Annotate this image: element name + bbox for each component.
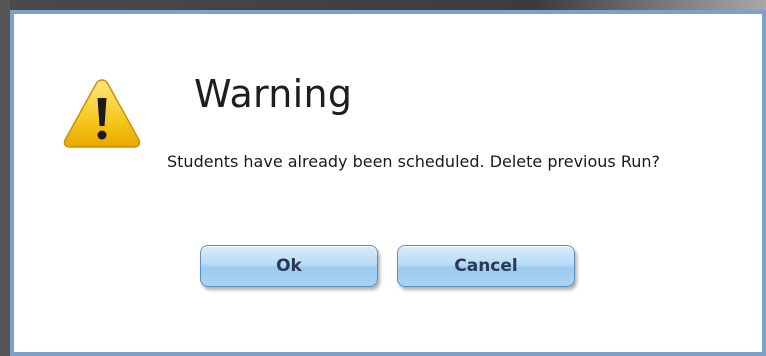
ok-button[interactable]: Ok bbox=[200, 245, 378, 287]
warning-icon bbox=[63, 79, 141, 148]
dialog-message: Students have already been scheduled. De… bbox=[167, 152, 661, 171]
background-window-left bbox=[0, 0, 10, 356]
screen-frame: Warning Students have already been sched… bbox=[0, 0, 766, 356]
dialog-title: Warning bbox=[194, 72, 353, 116]
warning-dialog: Warning Students have already been sched… bbox=[10, 10, 766, 356]
cancel-button[interactable]: Cancel bbox=[397, 245, 575, 287]
